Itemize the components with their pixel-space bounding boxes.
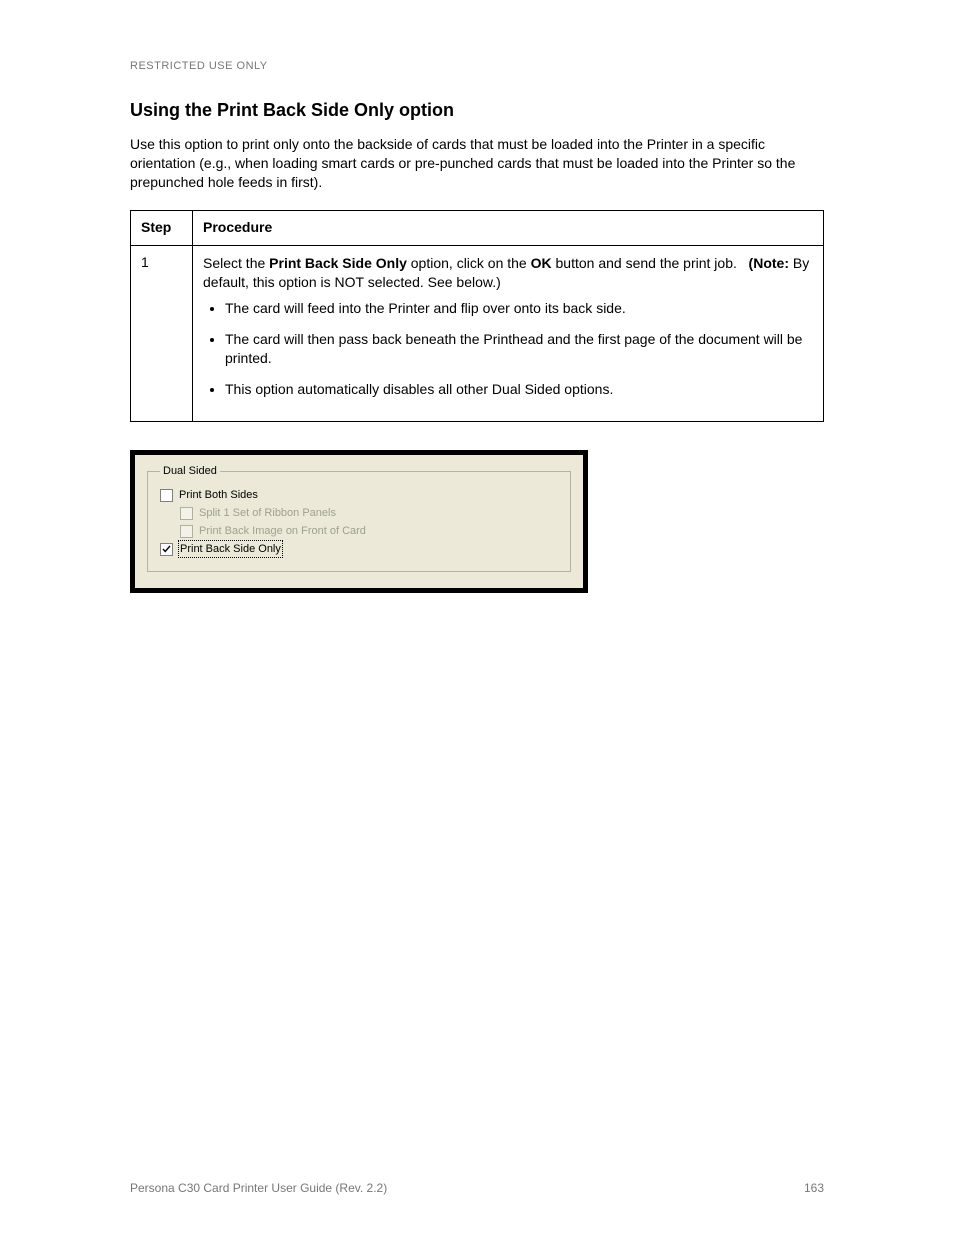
disabled-checkbox-icon — [180, 525, 193, 538]
col-header-step: Step — [131, 210, 193, 245]
dialog-frame: Dual Sided Print Both Sides Split 1 Set … — [130, 450, 588, 593]
unchecked-checkbox-icon[interactable] — [160, 489, 173, 502]
table-header-row: Step Procedure — [131, 210, 824, 245]
disabled-checkbox-icon — [180, 507, 193, 520]
dual-sided-group: Dual Sided Print Both Sides Split 1 Set … — [147, 465, 571, 572]
step-bullets: The card will feed into the Printer and … — [203, 299, 813, 399]
lead-bold-option: Print Back Side Only — [269, 255, 407, 271]
step-lead: Select the Print Back Side Only option, … — [203, 254, 813, 292]
table-row: 1 Select the Print Back Side Only option… — [131, 245, 824, 421]
checked-checkbox-icon[interactable] — [160, 543, 173, 556]
lead-text-c: option, click on the — [407, 255, 531, 271]
step-body: Select the Print Back Side Only option, … — [203, 254, 813, 399]
split-panels-row: Split 1 Set of Ribbon Panels — [180, 505, 558, 521]
restricted-header: RESTRICTED USE ONLY — [130, 60, 824, 72]
dual-sided-dialog-screenshot: Dual Sided Print Both Sides Split 1 Set … — [130, 450, 588, 593]
dialog-surface: Dual Sided Print Both Sides Split 1 Set … — [135, 455, 583, 588]
col-header-procedure: Procedure — [193, 210, 824, 245]
print-back-only-label: Print Back Side Only — [179, 541, 282, 557]
step-number: 1 — [131, 245, 193, 421]
lead-text-a: Select the — [203, 255, 269, 271]
footer-right: 163 — [804, 1181, 824, 1195]
document-page: RESTRICTED USE ONLY Using the Print Back… — [0, 0, 954, 1235]
list-item: The card will feed into the Printer and … — [225, 299, 813, 318]
split-panels-label: Split 1 Set of Ribbon Panels — [199, 505, 336, 521]
page-footer: Persona C30 Card Printer User Guide (Rev… — [130, 1181, 824, 1195]
print-both-sides-label: Print Both Sides — [179, 487, 258, 503]
footer-left: Persona C30 Card Printer User Guide (Rev… — [130, 1181, 387, 1195]
note-label: (Note: — [749, 255, 793, 271]
print-back-front-row: Print Back Image on Front of Card — [180, 523, 558, 539]
list-item: This option automatically disables all o… — [225, 380, 813, 399]
lead-text-e: button and send the print job. — [552, 255, 737, 271]
section-heading: Using the Print Back Side Only option — [130, 100, 824, 121]
lead-bold-ok: OK — [531, 255, 552, 271]
print-back-front-label: Print Back Image on Front of Card — [199, 523, 366, 539]
intro-paragraph: Use this option to print only onto the b… — [130, 135, 824, 192]
list-item: The card will then pass back beneath the… — [225, 330, 813, 368]
print-back-only-row[interactable]: Print Back Side Only — [160, 541, 558, 557]
procedure-table: Step Procedure 1 Select the Print Back S… — [130, 210, 824, 422]
checkmark-icon — [162, 545, 171, 554]
step-body-cell: Select the Print Back Side Only option, … — [193, 245, 824, 421]
print-both-sides-row[interactable]: Print Both Sides — [160, 487, 558, 503]
group-title: Dual Sided — [160, 465, 220, 477]
